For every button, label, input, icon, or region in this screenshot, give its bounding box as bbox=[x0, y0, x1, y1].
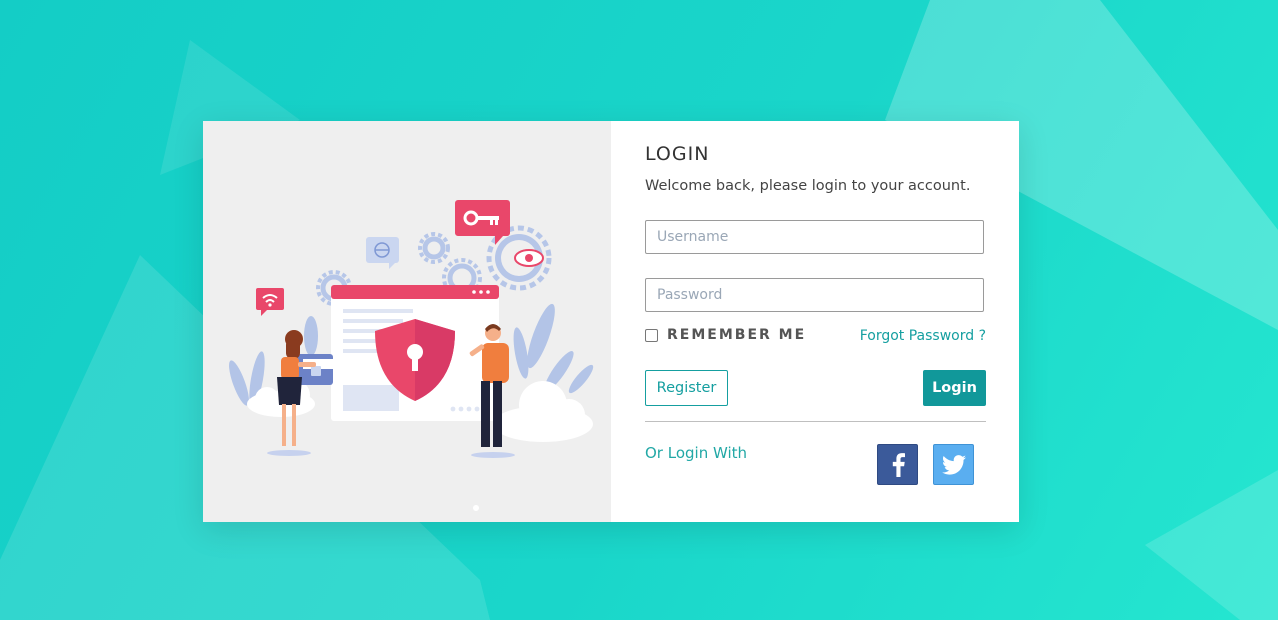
facebook-login-button[interactable] bbox=[877, 444, 918, 485]
divider bbox=[645, 421, 986, 422]
page-title: LOGIN bbox=[645, 143, 710, 165]
register-button[interactable]: Register bbox=[645, 370, 728, 406]
security-illustration bbox=[229, 200, 594, 458]
login-form-panel: LOGIN Welcome back, please login to your… bbox=[611, 121, 1019, 522]
twitter-icon bbox=[941, 454, 966, 475]
carousel-dot[interactable] bbox=[473, 505, 479, 511]
login-button[interactable]: Login bbox=[923, 370, 986, 406]
remember-me-label: REMEMBER ME bbox=[667, 327, 807, 343]
twitter-login-button[interactable] bbox=[933, 444, 974, 485]
remember-me-checkbox[interactable] bbox=[645, 328, 658, 342]
remember-me[interactable]: REMEMBER ME bbox=[645, 327, 806, 343]
illustration-panel bbox=[203, 121, 611, 522]
facebook-icon bbox=[892, 452, 905, 477]
password-input[interactable] bbox=[645, 278, 984, 312]
or-login-with-label: Or Login With bbox=[645, 444, 748, 462]
welcome-text: Welcome back, please login to your accou… bbox=[645, 178, 971, 194]
login-card: LOGIN Welcome back, please login to your… bbox=[203, 121, 1019, 522]
forgot-password-link[interactable]: Forgot Password ? bbox=[860, 328, 986, 344]
username-input[interactable] bbox=[645, 220, 984, 254]
